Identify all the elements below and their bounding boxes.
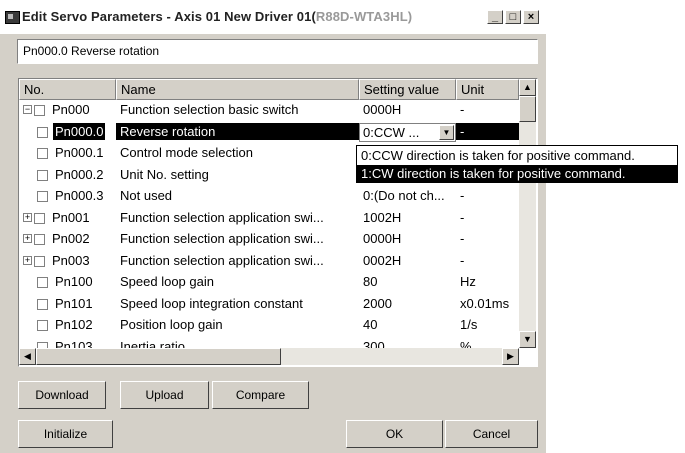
vertical-scroll-thumb[interactable] bbox=[519, 96, 536, 122]
scroll-right-arrow-icon[interactable]: ▶ bbox=[502, 348, 519, 365]
row-checkbox[interactable] bbox=[37, 126, 48, 138]
row-number: Pn000.2 bbox=[55, 166, 104, 182]
row-number: Pn101 bbox=[55, 295, 93, 311]
vertical-scrollbar[interactable]: ▲ ▼ bbox=[519, 79, 536, 348]
row-name: Speed loop gain bbox=[120, 274, 214, 289]
scroll-down-arrow-icon[interactable]: ▼ bbox=[519, 331, 536, 348]
row-number: Pn000 bbox=[52, 102, 90, 117]
row-unit: - bbox=[460, 231, 465, 246]
cancel-button[interactable]: Cancel bbox=[445, 420, 538, 448]
horizontal-scroll-thumb[interactable] bbox=[36, 348, 281, 365]
row-name: Unit No. setting bbox=[120, 166, 209, 182]
row-name: Not used bbox=[120, 188, 173, 203]
row-number: Pn102 bbox=[55, 317, 93, 332]
row-number: Pn000.3 bbox=[55, 188, 104, 203]
row-unit: - bbox=[460, 188, 465, 203]
row-setting-value[interactable]: 80 bbox=[363, 274, 377, 289]
row-unit: - bbox=[460, 209, 465, 225]
row-unit: 1/s bbox=[460, 317, 478, 332]
row-number: Pn100 bbox=[55, 274, 93, 289]
row-name: Function selection application swi... bbox=[120, 209, 324, 225]
col-header-no[interactable]: No. bbox=[19, 79, 116, 100]
upload-button[interactable]: Upload bbox=[120, 381, 209, 409]
row-setting-value[interactable]: 2000 bbox=[363, 296, 392, 311]
table-row[interactable]: + Pn003 Function selection application swi… bbox=[19, 251, 519, 272]
ok-button[interactable]: OK bbox=[346, 420, 443, 448]
row-number: Pn000.0 bbox=[53, 122, 106, 140]
row-unit: x0.01ms bbox=[460, 295, 510, 311]
row-setting-value[interactable]: 1002H bbox=[363, 210, 401, 225]
row-number: Pn000.1 bbox=[55, 145, 104, 160]
row-checkbox[interactable] bbox=[34, 255, 45, 267]
initialize-button[interactable]: Initialize bbox=[18, 420, 113, 448]
parameter-grid: No. Name Setting value Unit − Pn000 Functi… bbox=[18, 78, 538, 367]
parameter-description: Pn000.0 Reverse rotation bbox=[17, 39, 538, 64]
row-checkbox[interactable] bbox=[34, 105, 45, 116]
row-unit: Hz bbox=[460, 274, 476, 289]
download-button[interactable]: Download bbox=[18, 381, 106, 409]
row-checkbox[interactable] bbox=[34, 212, 45, 224]
title-bar[interactable]: Edit Servo Parameters - Axis 01 New Driv… bbox=[0, 0, 546, 34]
row-checkbox[interactable] bbox=[37, 277, 48, 288]
row-number: Pn001 bbox=[52, 209, 90, 225]
row-unit: - bbox=[456, 122, 519, 140]
scroll-left-arrow-icon[interactable]: ◀ bbox=[19, 348, 36, 365]
collapse-icon[interactable]: − bbox=[23, 105, 32, 114]
table-row[interactable]: Pn100 Speed loop gain 80 Hz bbox=[19, 272, 519, 293]
row-name: Speed loop integration constant bbox=[120, 295, 303, 311]
table-row[interactable]: + Pn001 Function selection application swi… bbox=[19, 208, 519, 229]
table-row[interactable]: − Pn000 Function selection basic switch 000… bbox=[19, 100, 519, 121]
setting-combobox[interactable]: 0:CCW ... ▼ bbox=[359, 122, 456, 142]
table-row[interactable]: + Pn002 Function selection application swi… bbox=[19, 229, 519, 250]
minimize-button[interactable]: _ bbox=[487, 10, 503, 24]
row-checkbox[interactable] bbox=[37, 169, 48, 181]
combo-dropdown-arrow-icon[interactable]: ▼ bbox=[439, 124, 454, 140]
row-checkbox[interactable] bbox=[37, 148, 48, 159]
table-row[interactable]: Pn000.0 Reverse rotation 0:CCW ... ▼ - bbox=[19, 122, 519, 143]
row-unit: - bbox=[460, 252, 465, 268]
scroll-up-arrow-icon[interactable]: ▲ bbox=[519, 79, 536, 96]
expand-icon[interactable]: + bbox=[23, 234, 32, 243]
expand-icon[interactable]: + bbox=[23, 255, 32, 265]
setting-value: 0:CCW ... bbox=[363, 124, 420, 140]
row-setting-value[interactable]: 40 bbox=[363, 317, 377, 332]
row-name: Position loop gain bbox=[120, 317, 223, 332]
col-header-setting[interactable]: Setting value bbox=[359, 79, 456, 100]
edit-servo-parameters-dialog: Edit Servo Parameters - Axis 01 New Driv… bbox=[0, 0, 546, 453]
close-button[interactable]: × bbox=[523, 10, 539, 24]
horizontal-scrollbar[interactable]: ◀ ▶ bbox=[19, 348, 519, 365]
row-setting-value[interactable]: 0002H bbox=[363, 253, 401, 268]
row-setting-value[interactable]: 0000H bbox=[363, 231, 401, 246]
dropdown-option[interactable]: 0:CCW direction is taken for positive co… bbox=[357, 147, 677, 165]
row-checkbox[interactable] bbox=[37, 298, 48, 310]
row-name: Function selection application swi... bbox=[120, 252, 324, 268]
row-number: Pn003 bbox=[52, 252, 90, 268]
row-unit: - bbox=[460, 102, 465, 117]
row-name: Control mode selection bbox=[120, 145, 253, 160]
row-name: Function selection basic switch bbox=[120, 102, 299, 117]
app-icon bbox=[5, 11, 20, 24]
row-setting-value[interactable]: 0000H bbox=[363, 102, 401, 117]
col-header-unit[interactable]: Unit bbox=[456, 79, 519, 100]
compare-button[interactable]: Compare bbox=[212, 381, 309, 409]
row-checkbox[interactable] bbox=[34, 234, 45, 245]
row-name: Reverse rotation bbox=[116, 122, 359, 140]
expand-icon[interactable]: + bbox=[23, 212, 32, 222]
table-row[interactable]: Pn101 Speed loop integration constant 2000… bbox=[19, 294, 519, 315]
dropdown-option-selected[interactable]: 1:CW direction is taken for positive com… bbox=[357, 165, 677, 183]
row-checkbox[interactable] bbox=[37, 320, 48, 331]
row-checkbox[interactable] bbox=[37, 191, 48, 202]
setting-dropdown-list[interactable]: 0:CCW direction is taken for positive co… bbox=[356, 145, 678, 183]
window-title: Edit Servo Parameters - Axis 01 New Driv… bbox=[22, 9, 413, 24]
row-number: Pn002 bbox=[52, 231, 90, 246]
row-setting-value[interactable]: 0:(Do not ch... bbox=[363, 188, 445, 203]
table-row[interactable]: Pn000.3 Not used 0:(Do not ch... - bbox=[19, 186, 519, 207]
col-header-name[interactable]: Name bbox=[116, 79, 359, 100]
table-row[interactable]: Pn102 Position loop gain 40 1/s bbox=[19, 315, 519, 336]
row-name: Function selection application swi... bbox=[120, 231, 324, 246]
maximize-button[interactable]: □ bbox=[505, 10, 521, 24]
